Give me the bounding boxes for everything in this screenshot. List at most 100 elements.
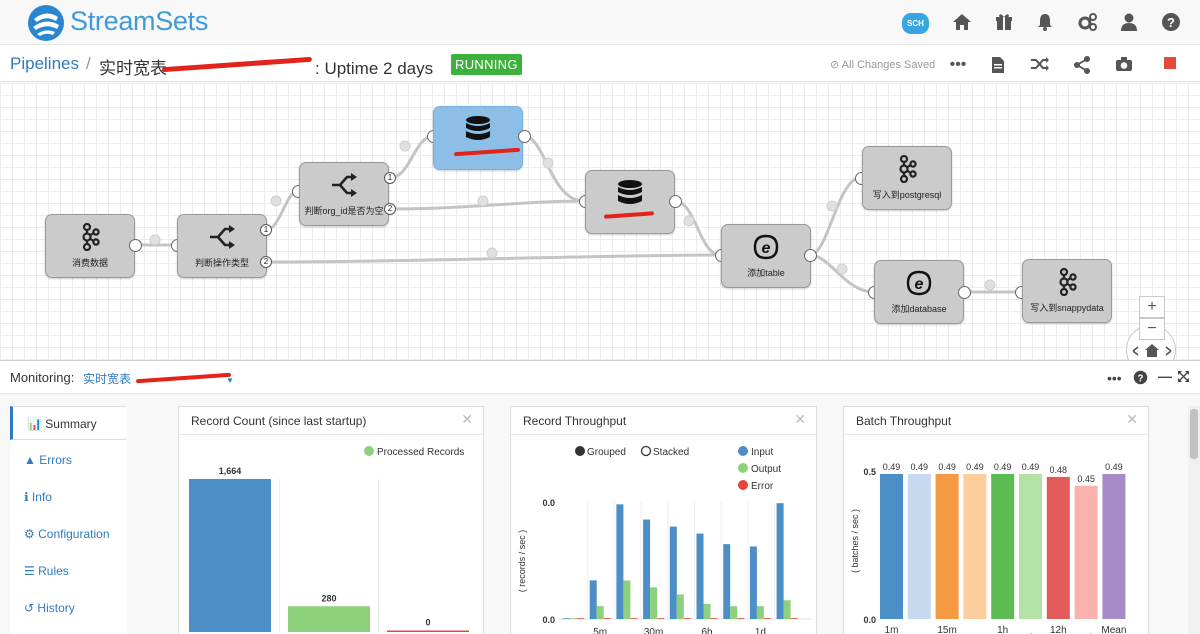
bell-icon[interactable] (1034, 12, 1056, 34)
streamsets-logo-icon[interactable] (26, 3, 66, 43)
stage-label: 写入到snappydata (1030, 303, 1104, 313)
stop-icon[interactable] (1160, 56, 1180, 74)
output-port[interactable] (804, 249, 817, 262)
tab-summary[interactable]: 📊 Summary (10, 406, 127, 440)
tick-label: 30m (644, 627, 663, 634)
stage-database[interactable] (585, 170, 675, 234)
pipeline-name: 实时宽表 (99, 59, 167, 78)
tick-label: Mean (1101, 625, 1126, 634)
camera-icon[interactable] (1114, 56, 1134, 74)
gift-icon[interactable] (993, 12, 1015, 34)
monitoring-panel: Monitoring: 实时宽表 ▼ ••• ? — 📊 Summary ▲ Er… (0, 360, 1200, 634)
bar (643, 519, 651, 619)
output-port-1[interactable]: 1 (260, 224, 272, 236)
close-icon[interactable]: ✕ (794, 411, 806, 428)
output-port-2[interactable]: 2 (260, 256, 272, 268)
bar (783, 600, 791, 619)
output-port[interactable] (958, 286, 971, 299)
stage-label: 消费数据 (71, 258, 108, 268)
more-options-icon[interactable]: ••• (948, 56, 968, 74)
share-icon[interactable] (1072, 56, 1092, 74)
data-label: 0.49 (883, 462, 901, 472)
stage-consume-data[interactable]: 消费数据 (45, 214, 135, 278)
stage-label: 判断org_id是否为空 (304, 206, 384, 216)
expand-icon[interactable] (1177, 370, 1190, 386)
tick-label: 0.0 (542, 498, 555, 508)
bar (730, 606, 738, 619)
bar (710, 618, 718, 619)
scrollbar[interactable] (1188, 406, 1200, 634)
legend-label: Input (751, 447, 773, 458)
stage-write-snappydata[interactable]: 写入到snappydata (1022, 259, 1112, 323)
kafka-icon (1059, 268, 1077, 296)
pipeline-uptime: : Uptime 2 days (315, 59, 434, 78)
sch-badge[interactable]: SCH (902, 13, 929, 34)
tab-rules[interactable]: ☰ Rules (10, 554, 127, 588)
data-label: 0.49 (911, 462, 929, 472)
bar (790, 618, 798, 619)
close-icon[interactable]: ✕ (461, 411, 473, 428)
output-port-1[interactable]: 1 (384, 172, 396, 184)
document-icon[interactable] (988, 56, 1008, 74)
more-options-icon[interactable]: ••• (1107, 370, 1122, 386)
help-icon[interactable]: ? (1160, 12, 1182, 34)
stage-add-database[interactable]: e 添加database (874, 260, 964, 324)
svg-text:?: ? (1167, 15, 1175, 30)
scrollbar-thumb[interactable] (1190, 409, 1198, 459)
kafka-icon (899, 155, 917, 183)
bar (935, 473, 959, 619)
home-icon (1145, 344, 1159, 357)
bar (650, 587, 658, 619)
brand-name[interactable]: StreamSets (70, 6, 208, 37)
batch-throughput-chart: ( batches / sec )0.50.00.491m0.495m0.491… (850, 462, 1126, 634)
monitoring-pipeline-name[interactable]: 实时宽表 (83, 372, 131, 386)
close-icon[interactable]: ✕ (1126, 411, 1138, 428)
bar (749, 546, 757, 619)
pan-right-icon (1165, 346, 1172, 356)
data-label: 1,664 (219, 466, 242, 476)
stage-judge-op-type[interactable]: 判断操作类型 (177, 214, 267, 278)
stage-write-postgresql[interactable]: 写入到postgresql (862, 146, 952, 210)
pipeline-canvas[interactable]: 消费数据 判断操作类型 1 2 判断org_id是否为空 1 2 e 添加tab… (0, 83, 1200, 360)
gears-icon[interactable] (1077, 12, 1099, 34)
minimize-icon[interactable]: — (1158, 368, 1172, 384)
caret-down-icon[interactable]: ▼ (226, 376, 234, 385)
selector-icon (210, 225, 235, 249)
database-icon (466, 116, 490, 140)
bar (991, 473, 1015, 619)
tick-label: 6h (701, 627, 712, 634)
output-port[interactable] (669, 195, 682, 208)
record-throughput-chart: Grouped Stacked Input Output Error ( records … (517, 445, 811, 634)
tab-history[interactable]: ↺ History (10, 591, 127, 625)
info-icon: ℹ (24, 490, 29, 504)
output-port[interactable] (518, 130, 531, 143)
zoom-out-button[interactable]: − (1139, 318, 1165, 340)
monitoring-header: Monitoring: 实时宽表 ▼ ••• ? — (0, 361, 1200, 394)
tab-errors[interactable]: ▲ Errors (10, 443, 127, 477)
legend-label: Error (751, 481, 774, 492)
stage-add-table[interactable]: e 添加table (721, 224, 811, 288)
output-port-2[interactable]: 2 (384, 203, 396, 215)
panel-title: Record Count (since last startup) (191, 414, 367, 428)
stage-label: 判断操作类型 (194, 258, 249, 268)
tab-configuration[interactable]: ⚙ Configuration (10, 517, 127, 551)
tab-info[interactable]: ℹ Info (10, 480, 127, 514)
stage-judge-org-id[interactable]: 判断org_id是否为空 (299, 162, 389, 226)
zoom-in-button[interactable]: + (1139, 296, 1165, 318)
stage-label: 添加table (747, 268, 785, 278)
stage-database-selected[interactable] (433, 106, 523, 170)
shuffle-icon[interactable] (1030, 56, 1050, 74)
bar (288, 606, 370, 632)
tab-label: Errors (39, 453, 72, 467)
tick-label: 1m (885, 625, 899, 634)
user-icon[interactable] (1118, 12, 1140, 34)
output-port[interactable] (129, 239, 142, 252)
breadcrumb-pipelines[interactable]: Pipelines (10, 54, 79, 74)
panel-header: Record Count (since last startup) ✕ (179, 407, 483, 435)
gear-icon: ⚙ (24, 527, 35, 541)
tab-label: Info (31, 490, 52, 504)
home-icon[interactable] (951, 12, 973, 34)
record-throughput-panel: Record Throughput ✕ Grouped Stacked Input O… (510, 406, 817, 634)
toggle-label: Stacked (653, 447, 689, 458)
help-icon[interactable]: ? (1133, 370, 1148, 388)
